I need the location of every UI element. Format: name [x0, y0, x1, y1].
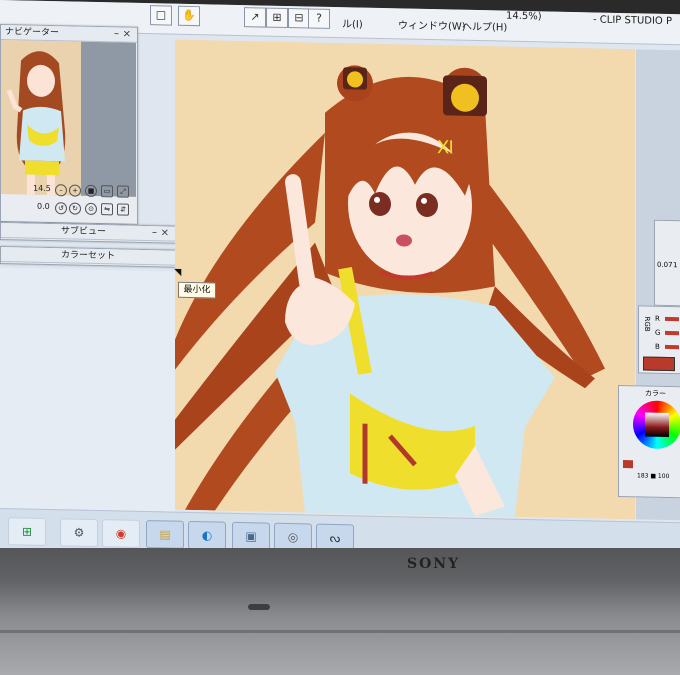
channel-r-slider[interactable] — [665, 316, 679, 322]
color-wheel-panel: カラー 183 ■ 100 — [618, 384, 680, 499]
edge-icon[interactable]: ◐ — [188, 520, 226, 550]
subview-panel: サブビュー – × — [0, 222, 176, 244]
color-wheel-title: カラー — [645, 389, 666, 398]
channel-g-slider[interactable] — [665, 330, 679, 336]
rotate-left-icon[interactable]: ↺ — [55, 202, 67, 215]
navigator-rotate-row: 0.0 ↺ ↻ ⊙ ⇋ ⇵ — [1, 199, 136, 218]
channel-b-slider[interactable] — [665, 344, 679, 350]
tool-perspective-icon[interactable]: ⊟ — [288, 8, 310, 29]
tool-hand-icon[interactable]: ✋ — [178, 5, 200, 27]
color-square[interactable] — [645, 412, 669, 438]
colorset-title: カラーセット — [61, 250, 116, 262]
fit-page-icon[interactable]: ⤢ — [117, 185, 129, 198]
reset-rotation-icon[interactable]: ⊙ — [85, 202, 97, 216]
subview-minimize-icon[interactable]: – — [152, 226, 157, 240]
current-color-swatch[interactable] — [643, 356, 675, 372]
settings-icon[interactable]: ⚙ — [60, 518, 98, 548]
right-panel-area: 0.07 1 RGB R G B カラー 183 ■ 100 — [618, 49, 680, 521]
channel-b-label: B — [655, 342, 660, 351]
flip-vertical-icon[interactable]: ⇵ — [117, 203, 129, 216]
tool-move-icon[interactable]: ↗ — [244, 7, 266, 28]
empty-panel-area — [0, 268, 175, 512]
menu-rule[interactable]: ル(I) — [342, 15, 363, 30]
flip-horizontal-icon[interactable]: ⇋ — [101, 203, 113, 216]
file-explorer-icon[interactable]: ▤ — [146, 520, 184, 549]
navigator-title: ナビゲーター — [5, 27, 60, 39]
app-title: - CLIP STUDIO P — [592, 14, 672, 28]
zoom-in-icon[interactable]: + — [69, 184, 81, 197]
main-color-chip[interactable] — [623, 460, 633, 469]
colorset-panel: カラーセット – × — [0, 246, 202, 269]
channel-r-label: R — [655, 314, 660, 323]
fit-width-icon[interactable]: ▭ — [101, 185, 113, 198]
rotate-right-icon[interactable]: ↻ — [69, 202, 81, 215]
svg-text:Ⅺ: Ⅺ — [437, 137, 454, 158]
color-wheel[interactable] — [633, 400, 680, 450]
subview-title: サブビュー — [61, 226, 107, 238]
navigator-shade — [81, 41, 136, 197]
tab-rgb[interactable]: RGB — [643, 316, 651, 331]
windows-start-icon[interactable]: ⊞ — [8, 517, 46, 546]
zoom-readout: 14.5%) — [506, 10, 542, 23]
menu-window[interactable]: ウィンドウ(W) — [398, 16, 466, 32]
close-icon[interactable]: × — [123, 28, 131, 42]
navigator-thumbnail[interactable] — [1, 40, 81, 196]
color-slider-panel: RGB R G B — [638, 305, 680, 375]
slider-value-b: 1 — [673, 261, 678, 270]
color-wheel-values: 183 ■ 100 — [637, 472, 670, 481]
minimize-tooltip: 最小化 — [178, 281, 216, 299]
screen: □ ✋ ↗ ⊞ ⊟ ? ル(I) ウィンドウ(W) ヘルプ(H) 14.5%) … — [0, 0, 680, 563]
chrome-icon[interactable]: ◉ — [102, 519, 140, 548]
sony-logo: SONY — [407, 556, 461, 572]
menu-help[interactable]: ヘルプ(H) — [462, 18, 507, 34]
subview-header: サブビュー – × — [1, 223, 175, 242]
minimize-icon[interactable]: – — [114, 27, 119, 41]
help-icon[interactable]: ? — [308, 8, 330, 29]
tool-select-icon[interactable]: □ — [150, 5, 172, 26]
slider-value-a: 0.07 — [657, 260, 673, 270]
zoom-out-icon[interactable]: – — [55, 184, 67, 197]
laptop-bezel — [0, 548, 680, 675]
webcam-slot — [248, 604, 270, 610]
subview-close-icon[interactable]: × — [161, 226, 169, 240]
navigator-panel: ナビゲーター – × 14.5 – + ■ ▭ ⤢ 0.0 ↺ ↻ ⊙ ⇋ ⇵ — [0, 24, 138, 225]
navigator-rotate-value: 0.0 — [37, 201, 50, 212]
tool-ruler-icon[interactable]: ⊞ — [266, 7, 288, 29]
drawing-canvas[interactable]: Ⅺ — [175, 39, 635, 520]
actual-size-icon[interactable]: ■ — [85, 184, 97, 198]
slider-panel: 0.07 1 — [654, 219, 680, 307]
channel-g-label: G — [655, 328, 661, 337]
hinge-line — [0, 630, 680, 633]
colorset-header: カラーセット – × — [1, 247, 201, 267]
navigator-zoom-row: 14.5 – + ■ ▭ ⤢ — [1, 181, 136, 200]
navigator-zoom-value: 14.5 — [33, 183, 51, 194]
photos-icon[interactable]: ▣ — [232, 521, 270, 551]
